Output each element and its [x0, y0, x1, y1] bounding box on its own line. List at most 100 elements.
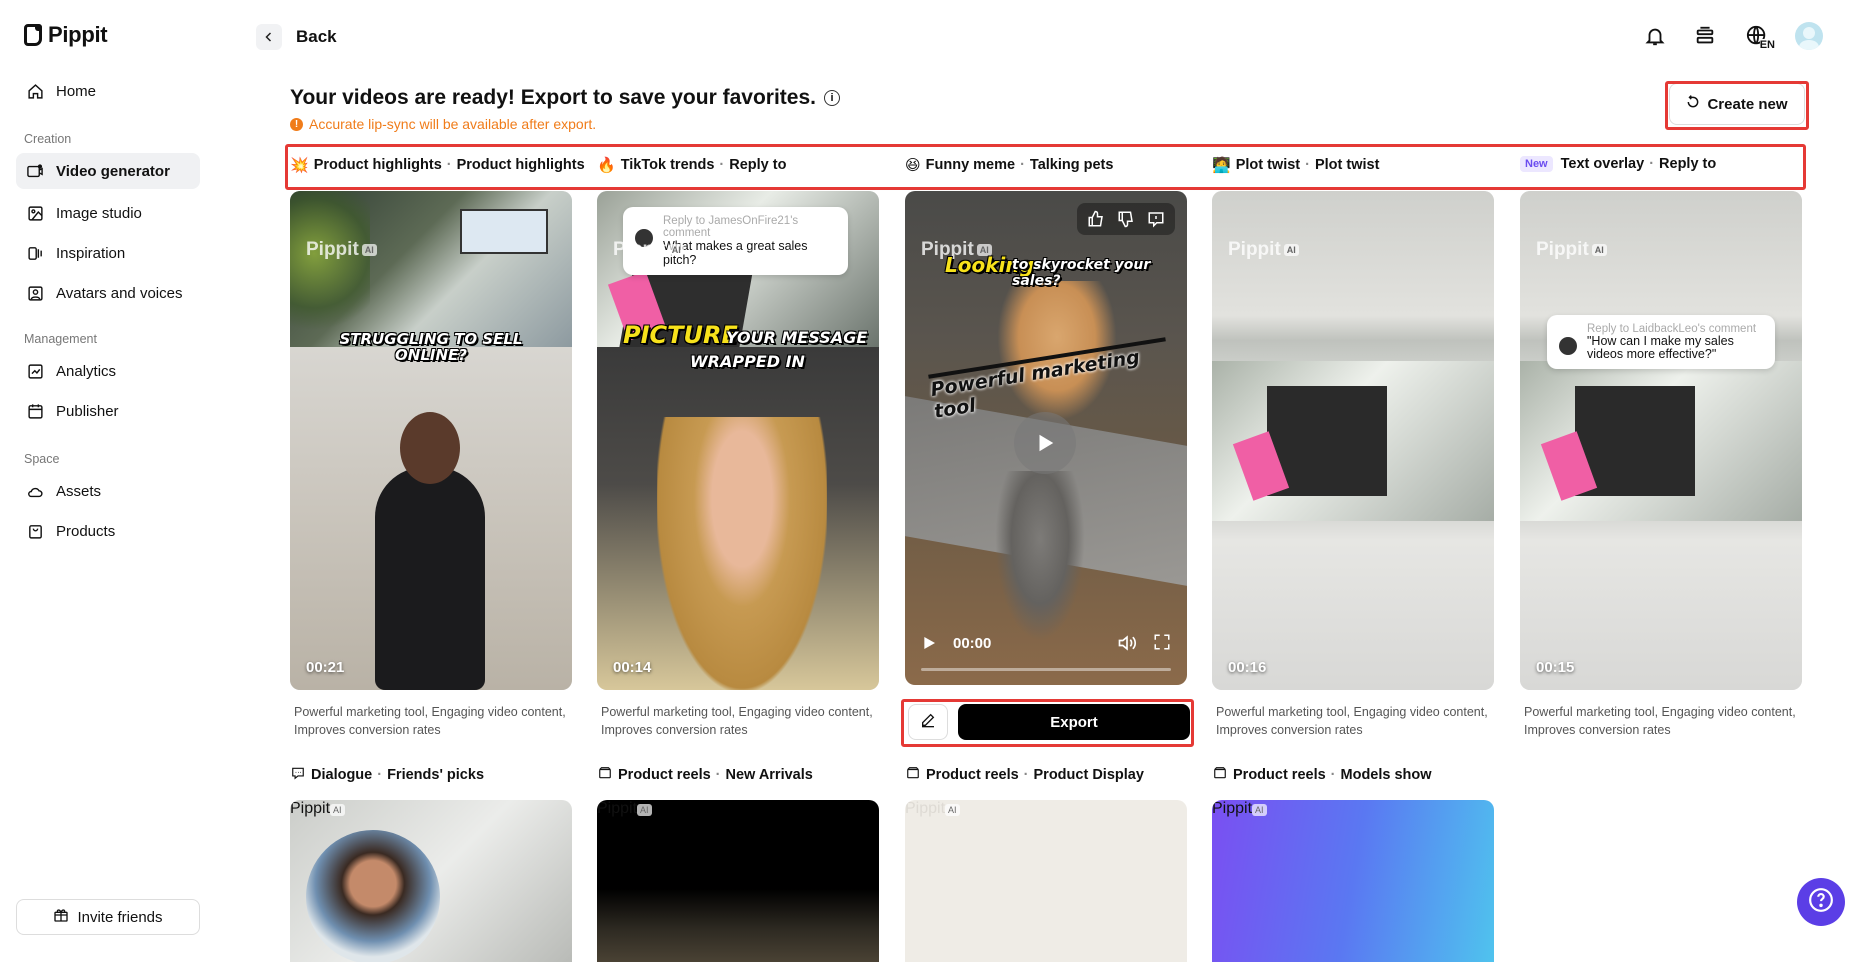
sidebar-item-publisher[interactable]: Publisher [16, 393, 200, 429]
tag-style: Product Display [1033, 767, 1144, 783]
video-card-1[interactable]: Pippit AI STRUGGLING TO SELL ONLINE? 00:2… [290, 191, 572, 690]
caption-highlight-word: PICTURE [623, 321, 738, 349]
bag-icon [26, 522, 44, 540]
sidebar-item-label: Home [56, 82, 97, 100]
help-button[interactable] [1797, 878, 1845, 926]
video-card-9[interactable]: Pippit AI [1212, 800, 1494, 962]
headline-text: Your videos are ready! Export to save yo… [290, 86, 816, 109]
user-avatar[interactable] [1795, 22, 1823, 50]
tag-plot-twist[interactable]: 🧑‍💻 Plot twist · Plot twist [1212, 156, 1379, 174]
calculator-thumbnail [1520, 361, 1802, 521]
comment-text: "How can I make my sales videos more eff… [1587, 334, 1734, 361]
sidebar-item-video-generator[interactable]: Video generator [16, 153, 200, 189]
tag-category: Text overlay [1560, 156, 1645, 172]
video-card-3-player[interactable]: Pippit AI Looking to skyrocket your sales… [905, 191, 1187, 685]
invite-friends-button[interactable]: Invite friends [16, 899, 200, 935]
tag-category: Dialogue [311, 767, 373, 783]
video-card-8[interactable]: Pippit AI [905, 800, 1187, 962]
video-card-7[interactable]: Pippit AI [597, 800, 879, 962]
video-card-6[interactable]: Pippit AI [290, 800, 572, 962]
watermark-text: Pippit [597, 800, 638, 817]
back-nav[interactable]: Back [256, 24, 337, 50]
warning-icon: ! [290, 117, 303, 131]
reel-icon [905, 766, 921, 784]
sidebar-item-label: Video generator [56, 162, 170, 180]
progress-track[interactable] [921, 668, 1171, 671]
play-icon[interactable] [921, 635, 937, 656]
watermark-text: Pippit [290, 800, 331, 817]
tag-category: TikTok trends [620, 157, 715, 173]
info-icon[interactable]: i [823, 90, 840, 106]
sidebar-item-inspiration[interactable]: Inspiration [16, 235, 200, 271]
create-new-button[interactable]: Create new [1669, 83, 1805, 125]
tag-style: Talking pets [1029, 157, 1114, 173]
pippit-watermark: Pippit AI [1536, 239, 1607, 261]
tag-product-reels-new-arrivals[interactable]: Product reels · New Arrivals [597, 766, 813, 784]
tag-text-overlay[interactable]: New Text overlay · Reply to [1520, 156, 1716, 172]
caption-line-1: to skyrocket your sales? [1012, 257, 1151, 289]
pippit-logo[interactable]: Pippit [24, 22, 108, 48]
tag-product-reels-models-show[interactable]: Product reels · Models show [1212, 766, 1432, 784]
tag-style: Reply to [729, 157, 787, 173]
tag-category: Product reels [618, 767, 711, 783]
cloud-icon [26, 482, 44, 500]
video-caption: STRUGGLING TO SELL ONLINE? [339, 330, 523, 364]
tag-category: Product reels [1233, 767, 1326, 783]
sidebar-item-label: Publisher [56, 402, 119, 420]
thumbs-down-icon[interactable] [1115, 208, 1137, 230]
pippit-watermark: Pippit AI [1212, 800, 1494, 818]
export-button[interactable]: Export [958, 704, 1190, 740]
tag-product-highlights[interactable]: 💥 Product highlights · Product highlights [290, 156, 585, 174]
notice-text: Accurate lip-sync will be available afte… [309, 116, 597, 132]
tag-product-reels-product-display[interactable]: Product reels · Product Display [905, 766, 1144, 784]
watermark-text: Pippit [905, 800, 946, 817]
video-card-5[interactable]: Reply to LaidbackLeo's comment "How can … [1520, 191, 1802, 690]
globe-language-icon[interactable]: EN [1741, 22, 1775, 51]
playback-time: 00:00 [953, 635, 992, 652]
watermark-text: Pippit [613, 239, 666, 260]
video-duration: 00:15 [1536, 659, 1575, 676]
sidebar-item-products[interactable]: Products [16, 513, 200, 549]
burst-icon: 💥 [290, 157, 309, 174]
watermark-text: Pippit [1536, 239, 1589, 260]
sidebar-item-avatars-and-voices[interactable]: Avatars and voices [16, 275, 200, 311]
sidebar-item-analytics[interactable]: Analytics [16, 353, 200, 389]
woman-thumbnail [597, 347, 879, 690]
video-card-2[interactable]: Reply to JamesOnFire21's comment What ma… [597, 191, 879, 690]
calendar-icon [26, 402, 44, 420]
presentation-screen [460, 209, 548, 254]
laughing-face-icon: 😆 [905, 157, 921, 174]
sidebar-item-assets[interactable]: Assets [16, 473, 200, 509]
comment-icon[interactable] [1145, 208, 1167, 230]
back-button[interactable] [256, 24, 282, 50]
video-duration: 00:16 [1228, 659, 1267, 676]
tag-category: Funny meme [925, 157, 1016, 173]
export-actions: Export [908, 704, 1190, 740]
play-button-large[interactable] [1014, 412, 1076, 474]
speaker-figure [375, 467, 485, 690]
tag-funny-meme[interactable]: 😆 Funny meme · Talking pets [905, 156, 1113, 174]
tag-tiktok-trends[interactable]: 🔥 TikTok trends · Reply to [597, 156, 786, 174]
sidebar: Pippit Home Creation Video generator Ima… [0, 0, 218, 962]
avatar-icon [26, 284, 44, 302]
bell-icon[interactable] [1641, 22, 1669, 50]
video-card-4[interactable]: Pippit AI 00:16 [1212, 191, 1494, 690]
volume-icon[interactable] [1117, 633, 1137, 658]
tag-dialogue[interactable]: Dialogue · Friends' picks [290, 766, 484, 784]
pippit-watermark: Pippit AI [905, 800, 1187, 818]
tag-category: Plot twist [1235, 157, 1301, 173]
language-code: EN [1759, 39, 1775, 51]
fullscreen-icon[interactable] [1153, 633, 1171, 656]
sidebar-item-image-studio[interactable]: Image studio [16, 195, 200, 231]
reel-icon [1212, 766, 1228, 784]
video-description-5: Powerful marketing tool, Engaging video … [1524, 705, 1796, 737]
edit-button[interactable] [908, 704, 948, 740]
fire-icon: 🔥 [597, 157, 616, 174]
refresh-icon [1686, 95, 1700, 113]
pippit-watermark: Pippit AI [613, 239, 684, 261]
thumbs-up-icon[interactable] [1085, 208, 1107, 230]
stack-icon[interactable] [1691, 22, 1719, 50]
sidebar-item-home[interactable]: Home [16, 73, 200, 109]
video-duration: 00:21 [306, 659, 345, 676]
tag-category: Product reels [926, 767, 1019, 783]
